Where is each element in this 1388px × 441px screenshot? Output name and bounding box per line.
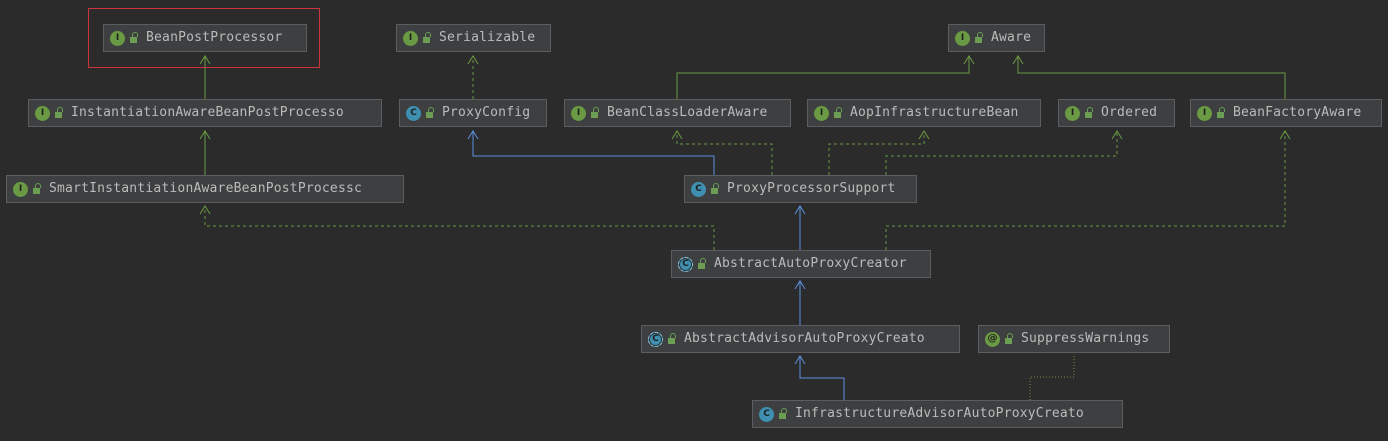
edge-infrastructure-to-suppresswarnings <box>1029 356 1075 400</box>
lock-icon <box>33 183 41 194</box>
annotation-icon: @ <box>985 331 1000 347</box>
node-label: InstantiationAwareBeanPostProcesso <box>71 105 344 120</box>
interface-icon: I <box>571 105 586 121</box>
edge-proxyconfig-to-serializable <box>467 55 479 99</box>
edge-infrastructure-to-abstractadvisor <box>794 355 845 400</box>
class-diagram: I BeanPostProcessor I Serializable I Awa… <box>0 0 1388 441</box>
lock-icon <box>711 183 719 194</box>
interface-icon: I <box>1065 105 1080 121</box>
node-label: AopInfrastructureBean <box>850 105 1019 120</box>
lock-icon <box>1085 107 1093 118</box>
node-aware[interactable]: I Aware <box>948 24 1045 52</box>
node-bean-factory-aware[interactable]: I BeanFactoryAware <box>1190 99 1382 127</box>
node-infrastructure-advisor-auto-proxy-creator[interactable]: C InfrastructureAdvisorAutoProxyCreato <box>752 400 1123 428</box>
lock-icon <box>779 408 787 419</box>
edge-beanfactoryaware-to-aware <box>1012 55 1286 99</box>
lock-icon <box>698 258 706 269</box>
node-proxy-processor-support[interactable]: C ProxyProcessorSupport <box>684 175 917 203</box>
edge-smart-to-instantiation <box>199 130 211 175</box>
lock-icon <box>1217 107 1225 118</box>
interface-icon: I <box>110 30 125 46</box>
node-serializable[interactable]: I Serializable <box>396 24 551 52</box>
node-ordered[interactable]: I Ordered <box>1058 99 1175 127</box>
node-label: BeanFactoryAware <box>1233 105 1362 120</box>
edge-abstractautoproxycreator-to-smart <box>199 205 715 250</box>
abstract-class-icon: C <box>648 331 663 347</box>
class-icon: C <box>406 105 421 121</box>
node-bean-class-loader-aware[interactable]: I BeanClassLoaderAware <box>564 99 791 127</box>
interface-icon: I <box>1197 105 1212 121</box>
interface-icon: I <box>403 30 418 46</box>
node-label: InfrastructureAdvisorAutoProxyCreato <box>795 406 1084 421</box>
lock-icon <box>591 107 599 118</box>
interface-icon: I <box>814 105 829 121</box>
edge-proxyprocessorsupport-to-aopinfrastructurebean <box>828 130 930 175</box>
lock-icon <box>55 107 63 118</box>
node-label: BeanPostProcessor <box>146 30 283 45</box>
node-label: ProxyConfig <box>442 105 531 120</box>
abstract-class-icon: C <box>678 256 693 272</box>
lock-icon <box>668 333 676 344</box>
node-label: Aware <box>991 30 1032 45</box>
class-icon: C <box>691 181 706 197</box>
lock-icon <box>975 32 983 43</box>
node-proxy-config[interactable]: C ProxyConfig <box>399 99 547 127</box>
node-label: Serializable <box>439 30 536 45</box>
lock-icon <box>1005 333 1013 344</box>
node-suppress-warnings[interactable]: @ SuppressWarnings <box>978 325 1170 353</box>
node-abstract-advisor-auto-proxy-creator[interactable]: C AbstractAdvisorAutoProxyCreato <box>641 325 960 353</box>
node-bean-post-processor[interactable]: I BeanPostProcessor <box>103 24 307 52</box>
lock-icon <box>834 107 842 118</box>
node-smart-instantiation-aware-bean-post-processor[interactable]: I SmartInstantiationAwareBeanPostProcess… <box>6 175 404 203</box>
node-aop-infrastructure-bean[interactable]: I AopInfrastructureBean <box>807 99 1041 127</box>
node-label: SuppressWarnings <box>1021 331 1150 346</box>
edge-abstractadvisor-to-abstractauto <box>794 280 806 325</box>
class-icon: C <box>759 406 774 422</box>
lock-icon <box>426 107 434 118</box>
interface-icon: I <box>13 181 28 197</box>
node-label: AbstractAdvisorAutoProxyCreato <box>684 331 925 346</box>
node-instantiation-aware-bean-post-processor[interactable]: I InstantiationAwareBeanPostProcesso <box>28 99 382 127</box>
edge-abstractautoproxycreator-to-proxyprocessorsupport <box>794 205 806 250</box>
node-label: BeanClassLoaderAware <box>607 105 768 120</box>
edge-beanclassloaderaware-to-aware <box>676 55 975 99</box>
node-label: AbstractAutoProxyCreator <box>714 256 907 271</box>
node-label: SmartInstantiationAwareBeanPostProcessc <box>49 181 363 196</box>
interface-icon: I <box>955 30 970 46</box>
node-label: ProxyProcessorSupport <box>727 181 896 196</box>
edge-proxyprocessorsupport-to-beanclassloaderaware <box>671 130 773 175</box>
edge-proxyprocessorsupport-to-ordered <box>885 130 1123 175</box>
edge-abstractautoproxycreator-to-beanfactoryaware <box>885 130 1291 250</box>
interface-icon: I <box>35 105 50 121</box>
lock-icon <box>423 32 431 43</box>
node-label: Ordered <box>1101 105 1158 120</box>
node-abstract-auto-proxy-creator[interactable]: C AbstractAutoProxyCreator <box>671 250 931 278</box>
lock-icon <box>130 32 138 43</box>
